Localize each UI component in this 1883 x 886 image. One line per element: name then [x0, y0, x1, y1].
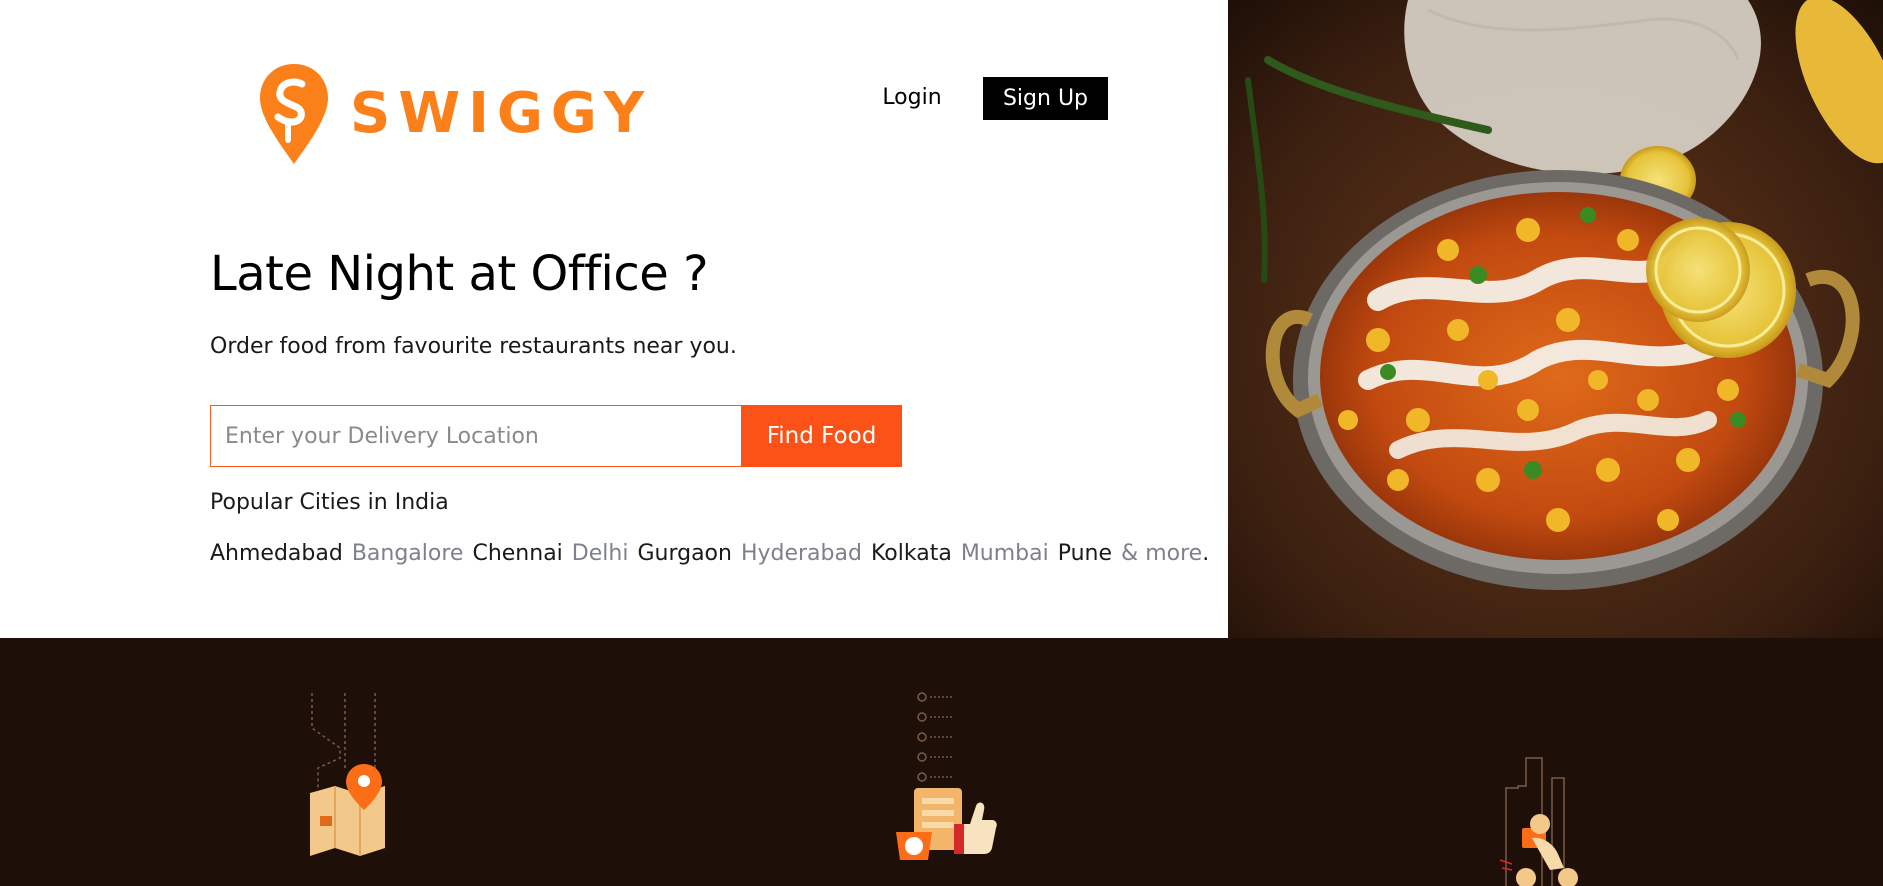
popular-cities-list: Ahmedabad Bangalore Chennai Delhi Gurgao… — [210, 541, 1209, 566]
feature-map-location — [290, 638, 400, 886]
location-search-bar: Find Food — [210, 405, 902, 467]
delivery-rider-icon — [1499, 757, 1578, 886]
brand-wordmark: SWIGGY — [350, 81, 653, 146]
city-link-gurgaon[interactable]: Gurgaon — [637, 541, 732, 566]
hero-food-image — [1228, 0, 1883, 638]
features-section — [0, 638, 1883, 886]
popular-cities-heading: Popular Cities in India — [210, 490, 449, 515]
city-link-ahmedabad[interactable]: Ahmedabad — [210, 541, 343, 566]
cities-end-punctuation: . — [1202, 541, 1210, 566]
order-thumbs-up-icon — [896, 692, 997, 860]
login-link[interactable]: Login — [870, 78, 954, 118]
city-link-bangalore[interactable]: Bangalore — [352, 541, 464, 566]
delivery-location-input[interactable] — [210, 405, 741, 467]
feature-order — [890, 638, 1000, 886]
signup-button[interactable]: Sign Up — [983, 77, 1108, 120]
swiggy-logo[interactable]: SWIGGY — [258, 62, 652, 166]
swiggy-logo-icon — [260, 64, 328, 164]
food-illustration — [1228, 0, 1883, 638]
hero-subhead: Order food from favourite restaurants ne… — [210, 334, 737, 359]
city-link-hyderabad[interactable]: Hyderabad — [741, 541, 862, 566]
city-link-mumbai[interactable]: Mumbai — [961, 541, 1049, 566]
city-link-pune[interactable]: Pune — [1058, 541, 1112, 566]
city-link-chennai[interactable]: Chennai — [472, 541, 562, 566]
hero-section: SWIGGY Login Sign Up Late Night at Offic… — [0, 0, 1883, 638]
feature-delivery — [1492, 638, 1602, 886]
more-cities-link[interactable]: & more — [1121, 541, 1202, 566]
hero-left-panel: SWIGGY Login Sign Up Late Night at Offic… — [0, 0, 1228, 638]
city-link-delhi[interactable]: Delhi — [572, 541, 629, 566]
city-link-kolkata[interactable]: Kolkata — [871, 541, 952, 566]
hero-headline: Late Night at Office ? — [210, 246, 709, 302]
map-location-icon — [310, 693, 385, 856]
find-food-button[interactable]: Find Food — [741, 405, 902, 467]
